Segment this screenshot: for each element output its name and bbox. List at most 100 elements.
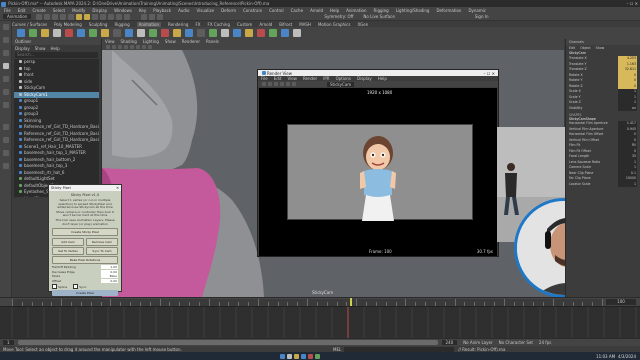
viewport-menu-item[interactable]: Shading	[121, 39, 137, 44]
shadows-icon[interactable]	[136, 45, 140, 49]
sticky-field-input[interactable]: 0.00	[101, 269, 118, 274]
shelf-tool-icon[interactable]	[29, 29, 37, 37]
shelf-tab[interactable]: Rigging	[114, 22, 129, 27]
layout-side-icon[interactable]	[3, 150, 9, 156]
menu-item[interactable]: Key	[139, 8, 146, 13]
rgb-icon[interactable]	[286, 82, 290, 86]
no-live-surface[interactable]: No Live Surface	[363, 14, 394, 19]
viewport-menu-item[interactable]: Lighting	[143, 39, 159, 44]
range-end-field[interactable]: 240	[441, 340, 458, 345]
viewport-menu-item[interactable]: Panels	[206, 39, 219, 44]
shelf-tab[interactable]: Rendering	[168, 22, 188, 27]
character-set-dropdown[interactable]: No Character Set	[499, 340, 533, 345]
start-icon[interactable]	[280, 353, 285, 359]
shelf-tool-icon[interactable]	[125, 29, 133, 37]
render-cam-label[interactable]: StickyCam	[327, 81, 355, 87]
mel-input[interactable]	[344, 346, 455, 352]
menu-item[interactable]: Windows	[114, 8, 132, 13]
xray-icon[interactable]	[142, 45, 146, 49]
render-view-menu-item[interactable]: Options	[336, 76, 351, 81]
fps-dropdown[interactable]: 24 fps	[539, 340, 551, 345]
shelf-tool-icon[interactable]	[173, 29, 181, 37]
scale-tool-icon[interactable]	[3, 89, 9, 95]
render-view-close[interactable]: – ☐ ✕	[484, 71, 495, 76]
shelf-tab[interactable]: Animation	[136, 21, 162, 27]
render-settings-icon[interactable]	[157, 13, 164, 20]
open-scene-icon[interactable]	[44, 13, 51, 20]
move-tool-icon[interactable]	[3, 63, 9, 69]
lasso-tool-icon[interactable]	[3, 37, 9, 43]
shelf-tab[interactable]: FX Caching	[208, 22, 230, 27]
region-icon[interactable]	[274, 82, 278, 86]
snap-point-icon[interactable]	[116, 13, 123, 20]
render-view-menu-item[interactable]: View	[287, 76, 297, 81]
shelf-tab[interactable]: FX	[195, 22, 200, 27]
smooth-shade-icon[interactable]	[118, 45, 122, 49]
render-view-menu-item[interactable]: Help	[378, 76, 387, 81]
layout-outliner-icon[interactable]	[3, 163, 9, 169]
menu-item[interactable]: Dynamic	[468, 8, 486, 13]
shelf-tool-icon[interactable]	[233, 29, 241, 37]
undo-icon[interactable]	[60, 13, 67, 20]
menu-item[interactable]: Help	[330, 8, 339, 13]
shelf-tool-icon[interactable]	[185, 29, 193, 37]
menu-item[interactable]: Constrain	[243, 8, 262, 13]
menu-item[interactable]: File	[4, 8, 11, 13]
outliner-menu-item[interactable]: Help	[51, 46, 60, 51]
shelf-tool-icon[interactable]	[41, 29, 49, 37]
shelf-tool-icon[interactable]	[101, 29, 109, 37]
time-slider[interactable]: 100	[0, 297, 640, 307]
shelf-tab[interactable]: Curves / Surfaces	[12, 22, 47, 27]
menu-item[interactable]: Display	[92, 8, 107, 13]
add-cam-button[interactable]: Add Cam	[52, 238, 84, 247]
search-icon[interactable]	[287, 353, 292, 359]
viewport-menu-item[interactable]: Show	[165, 39, 176, 44]
shelf-tab[interactable]: Poly Modeling	[54, 22, 82, 27]
bake-pixel-button[interactable]: Bake Pixel Rotations	[52, 256, 118, 265]
file-explorer-icon[interactable]	[294, 353, 299, 359]
menu-item[interactable]: Select	[53, 8, 65, 13]
set-to-vertex-button[interactable]: Set To Vertex	[52, 247, 84, 256]
save-scene-icon[interactable]	[52, 13, 59, 20]
textured-icon[interactable]	[124, 45, 128, 49]
shelf-tab[interactable]: MASH	[299, 22, 311, 27]
redo-icon[interactable]	[68, 13, 75, 20]
channel-box-menu-item[interactable]: Object	[580, 46, 590, 50]
viewport-menu-item[interactable]: View	[105, 39, 115, 44]
shelf-tool-icon[interactable]	[197, 29, 205, 37]
shelf-tool-icon[interactable]	[281, 29, 289, 37]
shelf-tool-icon[interactable]	[77, 29, 85, 37]
shelf-tool-icon[interactable]	[293, 29, 301, 37]
create-pixel-button[interactable]: Create Pixel	[52, 290, 118, 297]
new-scene-icon[interactable]	[36, 13, 43, 20]
channel-box-menu-item[interactable]: Show	[596, 46, 605, 50]
redo-render-icon[interactable]	[262, 82, 266, 86]
shelf-tab[interactable]: XGen	[357, 22, 368, 27]
rotate-tool-icon[interactable]	[3, 76, 9, 82]
render-canvas[interactable]: 1920 x 1080 Frame: 100 30.7 fps	[259, 88, 497, 256]
render-view-menu-item[interactable]: Display	[357, 76, 372, 81]
outliner-search[interactable]: Search...	[15, 52, 98, 58]
range-bar[interactable]	[17, 340, 438, 345]
shelf-tool-icon[interactable]	[269, 29, 277, 37]
shelf-tool-icon[interactable]	[53, 29, 61, 37]
channel-value[interactable]: on	[618, 105, 637, 111]
menu-item[interactable]: Rigging	[374, 8, 389, 13]
menu-item[interactable]: Lighting/Shading	[396, 8, 430, 13]
render-view-menu-item[interactable]: IPR	[323, 76, 329, 81]
symmetry-dropdown[interactable]: Symmetry: Off	[324, 14, 353, 19]
shelf-tab[interactable]: Sculpting	[89, 22, 108, 27]
menu-item[interactable]: Audio	[178, 8, 189, 13]
layout-single-icon[interactable]	[3, 124, 9, 130]
shelf-tool-icon[interactable]	[17, 29, 25, 37]
channel-row[interactable]: Visibility on	[566, 105, 640, 111]
create-sticky-pixel-button[interactable]: Create Sticky Pixel	[52, 228, 118, 237]
camera-icon[interactable]	[106, 45, 110, 49]
lights-icon[interactable]	[130, 45, 134, 49]
menu-item[interactable]: Cache	[291, 8, 303, 13]
last-tool-icon[interactable]	[3, 102, 9, 108]
shelf-tool-icon[interactable]	[221, 29, 229, 37]
snap-grid-icon[interactable]	[100, 13, 107, 20]
mode-dropdown[interactable]: Animation	[3, 14, 32, 19]
sticky-field-input[interactable]: Bake	[101, 274, 118, 279]
